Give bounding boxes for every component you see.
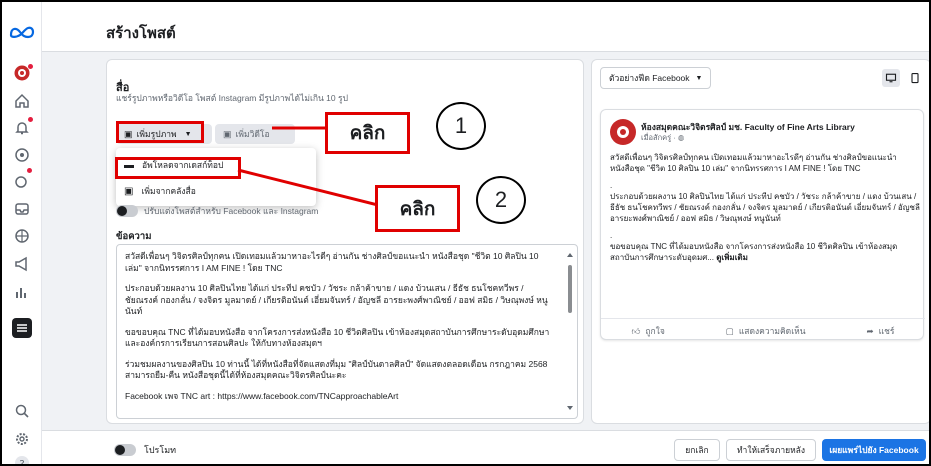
compass-icon[interactable] [13,146,31,164]
megaphone-icon[interactable] [13,255,31,273]
add-from-library-item[interactable]: ▣ เพิ่มจากคลังสื่อ [124,184,196,198]
comment-icon: ▢ [725,325,734,336]
customize-toggle-row: ปรับแต่งโพสต์สำหรับ Facebook และ Instagr… [116,204,318,218]
video-icon: ▣ [223,128,232,139]
inbox-icon[interactable] [13,200,31,218]
comment-button[interactable]: ▢ แสดงความคิดเห็น [726,324,806,338]
help-icon[interactable]: ? [13,454,31,466]
annotation-click-label-2: คลิก [375,185,460,232]
top-header: สร้างโพสต์ [42,2,929,52]
share-label: แชร์ [878,326,895,336]
notification-dot [28,64,33,69]
post-text-area[interactable]: สวัสดีเพื่อนๆ วิจิตรศิลป์ทุกคน เปิดเทอมแ… [116,244,578,419]
like-button[interactable]: 👍︎ ถูกใจ [631,324,664,338]
publish-button[interactable]: เผยแพร่ไปยัง Facebook [822,439,926,461]
text-paragraph: ร่วมชมผลงานของศิลปิน 10 ท่านนี้ ได้ที่หน… [125,358,548,381]
desktop-preview-icon[interactable] [882,69,900,87]
app-frame: ? สร้างโพสต์ สื่อ แชร์รูปภาพหรือวิดีโอ โ… [0,0,931,466]
text-paragraph: สวัสดีเพื่อนๆ วิจิตรศิลป์ทุกคน เปิดเทอมแ… [125,251,539,273]
activity-icon[interactable] [13,172,31,190]
post-paragraph: สวัสดีเพื่อนๆ วิจิตรศิลป์ทุกคน เปิดเทอมแ… [610,153,897,173]
scroll-down-arrow[interactable] [567,406,573,410]
post-paragraph: . [610,181,613,190]
home-icon[interactable] [13,92,31,110]
like-icon: 👍︎ [631,325,641,336]
text-section-label: ข้อความ [116,231,152,242]
see-more-link[interactable]: ดูเพิ่มเติม [716,253,748,262]
like-label: ถูกใจ [645,326,665,336]
library-icon: ▣ [124,185,134,197]
annotation-step-1: 1 [436,102,486,150]
post-preview-card: ห้องสมุดคณะวิจิตรศิลป์ มช. Faculty of Fi… [600,109,925,340]
meta-logo-icon[interactable] [9,25,35,39]
text-paragraph: ขอขอบคุณ TNC ที่ได้มอบหนังสือ จากโครงการ… [125,326,550,349]
annotation-highlight-upload-desktop [115,157,241,179]
comment-label: แสดงความคิดเห็น [738,326,806,336]
promote-toggle[interactable] [114,444,136,456]
left-nav-rail: ? [2,2,42,466]
grid-icon[interactable] [13,227,31,245]
text-paragraph: ประกอบด้วยผลงาน 10 ศิลปินไทย ได้แก่ ประท… [125,283,548,316]
annotation-step-2: 2 [476,176,526,224]
mobile-preview-icon[interactable] [906,69,924,87]
settings-icon[interactable] [13,430,31,448]
add-video-label: เพิ่มวิดีโอ [235,129,270,139]
finish-later-button[interactable]: ทำให้เสร็จภายหลัง [726,439,816,461]
promote-toggle-row: โปรโมท [114,443,176,457]
post-paragraph: ประกอบด้วยผลงาน 10 ศิลปินไทย ได้แก่ ประท… [610,192,920,223]
preview-selector[interactable]: ตัวอย่างฟีด Facebook ▼ [600,67,712,89]
post-time: เมื่อสักครู่ · ◍ [641,132,684,144]
scrollbar-thumb[interactable] [568,265,572,313]
caret-down-icon: ▼ [695,74,703,82]
page-title: สร้างโพสต์ [106,25,176,42]
globe-icon: ◍ [677,133,685,142]
scroll-up-arrow[interactable] [567,253,573,257]
post-body: สวัสดีเพื่อนๆ วิจิตรศิลป์ทุกคน เปิดเทอมแ… [610,152,920,269]
post-paragraph-last: ขอขอบคุณ TNC ที่ได้มอบหนังสือ จากโครงการ… [610,241,920,263]
post-paragraph: ขอขอบคุณ TNC ที่ได้มอบหนังสือ จากโครงการ… [610,242,898,262]
cancel-button[interactable]: ยกเลิก [674,439,720,461]
post-time-text: เมื่อสักครู่ · [641,133,678,142]
post-preview-panel: ตัวอย่างฟีด Facebook ▼ ห้องสมุดคณะวิจิตร… [591,59,929,424]
notification-dot [27,168,32,173]
svg-text:?: ? [19,459,24,466]
bottom-action-bar: โปรโมท ยกเลิก ทำให้เสร็จภายหลัง เผยแพร่ไ… [42,430,929,464]
page-avatar [610,119,636,145]
text-paragraph: Facebook เพจ TNC art : https://www.faceb… [125,390,399,401]
media-section-description: แชร์รูปภาพหรือวิดีโอ โพสต์ Instagram มีร… [116,93,348,103]
add-video-button[interactable]: ▣ เพิ่มวิดีโอ [215,124,295,144]
search-icon[interactable] [13,402,31,420]
customize-toggle[interactable] [116,205,138,217]
post-paragraph: . [610,231,613,240]
promote-label: โปรโมท [144,445,177,455]
customize-toggle-label: ปรับแต่งโพสต์สำหรับ Facebook และ Instagr… [144,206,319,216]
notification-dot [28,117,33,122]
menu-icon[interactable] [12,318,32,338]
insights-icon[interactable] [13,283,31,301]
share-button[interactable]: ➦ แชร์ [867,324,895,338]
share-icon: ➦ [866,325,874,336]
preview-selector-label: ตัวอย่างฟีด Facebook [609,73,690,83]
annotation-highlight-add-photo [116,121,204,143]
post-actions-bar: 👍︎ ถูกใจ ▢ แสดงความคิดเห็น ➦ แชร์ [601,318,925,338]
add-from-library-label: เพิ่มจากคลังสื่อ [141,186,196,196]
annotation-click-label-1: คลิก [325,112,410,154]
